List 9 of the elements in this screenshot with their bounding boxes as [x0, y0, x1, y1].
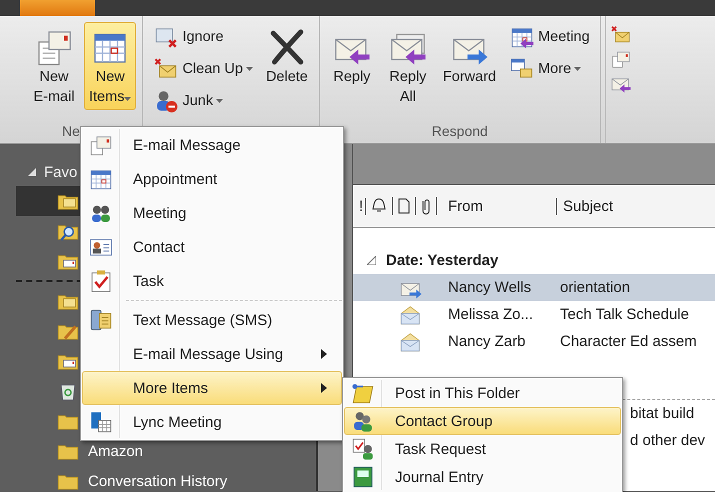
subject-cell: Tech Talk Schedule — [560, 306, 689, 323]
group-header: Date: Yesterday — [386, 252, 498, 268]
group-label: Respond — [430, 123, 489, 141]
subject-cell: Character Ed assem — [560, 333, 697, 350]
sender-cell-text: Nancy Zarb — [448, 333, 527, 350]
sender-cell-text: Nancy Wells — [448, 279, 532, 296]
group-label: Ne — [61, 123, 81, 141]
subject-cell: orientation — [560, 279, 630, 296]
sender-cell-text: Melissa Zo... — [448, 306, 534, 323]
